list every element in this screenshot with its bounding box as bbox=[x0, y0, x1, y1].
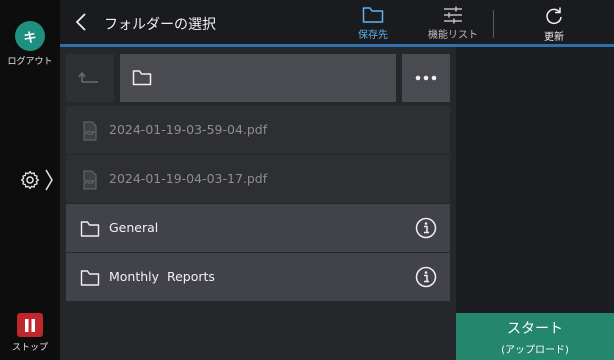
page-title: フォルダーの選択 bbox=[104, 17, 216, 33]
chevron-right-icon[interactable] bbox=[44, 168, 54, 192]
list-item[interactable]: PDF 2024-01-19-04-03-17.pdf bbox=[66, 155, 450, 203]
pause-icon bbox=[25, 318, 35, 332]
folder-icon bbox=[362, 7, 384, 23]
tab-save-label: 保存先 bbox=[358, 30, 388, 41]
folder-name: General bbox=[109, 220, 159, 235]
more-options-button[interactable] bbox=[402, 54, 450, 102]
tab-function-list[interactable]: 機能リスト bbox=[418, 6, 488, 44]
folder-name: Monthly Reports bbox=[109, 269, 215, 284]
folder-icon bbox=[80, 221, 100, 237]
refresh-icon bbox=[546, 7, 562, 25]
header-divider bbox=[493, 10, 494, 38]
info-icon[interactable] bbox=[415, 217, 437, 239]
file-name: 2024-01-19-03-59-04.pdf bbox=[109, 122, 268, 137]
list-item[interactable]: PDF 2024-01-19-03-59-04.pdf bbox=[66, 106, 450, 154]
back-icon[interactable] bbox=[74, 12, 88, 32]
refresh-label: 更新 bbox=[544, 32, 564, 43]
tab-save-destination[interactable]: 保存先 bbox=[338, 6, 408, 44]
start-sublabel: (アップロード) bbox=[501, 345, 569, 356]
info-icon[interactable] bbox=[415, 266, 437, 288]
stop-button[interactable] bbox=[17, 313, 43, 337]
start-upload-button[interactable]: スタート (アップロード) bbox=[456, 313, 614, 360]
start-label: スタート bbox=[507, 321, 563, 337]
list-item[interactable]: Monthly Reports bbox=[66, 253, 450, 301]
pdf-icon: PDF bbox=[83, 121, 97, 141]
svg-text:PDF: PDF bbox=[85, 180, 95, 186]
list-item[interactable]: General bbox=[66, 204, 450, 252]
up-arrow-icon bbox=[78, 71, 98, 83]
preview-pane bbox=[456, 47, 614, 313]
current-path bbox=[120, 54, 396, 102]
parent-folder-button[interactable] bbox=[66, 54, 114, 102]
tab-function-label: 機能リスト bbox=[428, 30, 478, 41]
svg-text:PDF: PDF bbox=[85, 131, 95, 137]
gear-icon[interactable] bbox=[20, 170, 40, 190]
file-name: 2024-01-19-04-03-17.pdf bbox=[109, 171, 268, 186]
sliders-icon bbox=[444, 6, 462, 24]
refresh-button[interactable]: 更新 bbox=[519, 6, 589, 44]
folder-icon bbox=[80, 270, 100, 286]
logout-avatar[interactable]: キ bbox=[15, 21, 45, 51]
pdf-icon: PDF bbox=[83, 170, 97, 190]
logout-label[interactable]: ログアウト bbox=[0, 54, 60, 67]
folder-icon bbox=[132, 70, 152, 86]
stop-label[interactable]: ストップ bbox=[0, 340, 60, 353]
ellipsis-icon bbox=[415, 75, 437, 81]
file-list: PDF 2024-01-19-03-59-04.pdf PDF 2024-01-… bbox=[66, 106, 450, 302]
